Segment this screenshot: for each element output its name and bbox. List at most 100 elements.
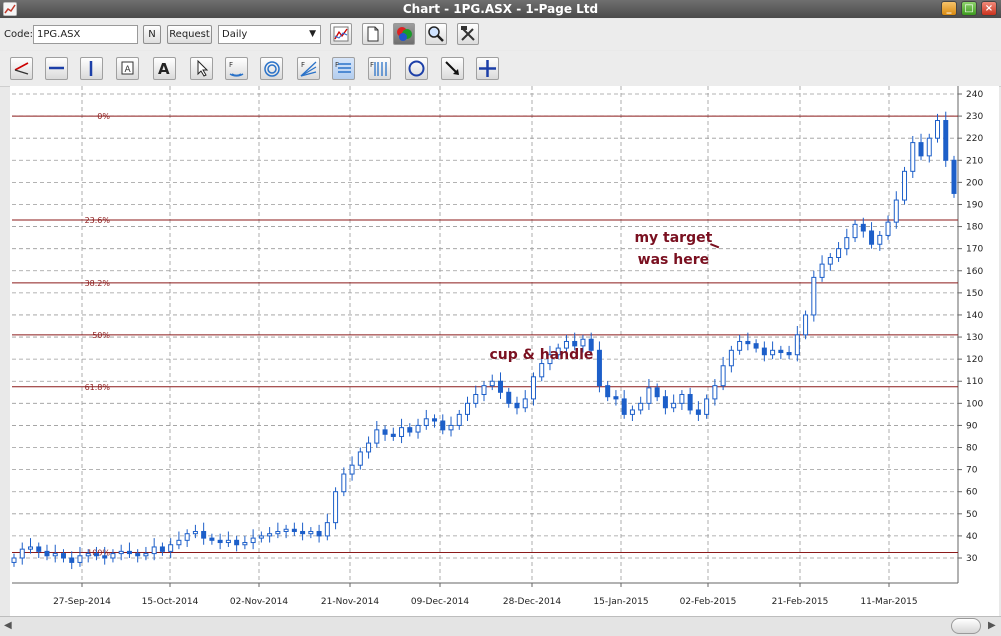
candle-body <box>852 223 858 239</box>
candle-body <box>638 402 644 411</box>
candle-body <box>390 433 396 437</box>
cursor-icon[interactable] <box>190 57 213 80</box>
svg-text:A: A <box>125 65 132 75</box>
maximize-button[interactable]: □ <box>961 1 977 16</box>
y-tick-label: 80 <box>966 444 978 454</box>
fibonacci-arcs-icon[interactable]: F <box>225 57 248 80</box>
candle-body <box>786 352 792 356</box>
fibonacci-retracement-icon[interactable]: F <box>332 57 355 80</box>
fib-label: 0% <box>97 112 110 121</box>
code-input[interactable]: 1PG.ASX <box>33 25 138 44</box>
candle-body <box>93 553 99 557</box>
fib-label: 50% <box>92 331 110 340</box>
fibonacci-levels: 0%23.6%38.2%50%61.8%100% <box>12 112 958 557</box>
arrow-icon[interactable] <box>441 57 464 80</box>
candle-body <box>646 387 652 404</box>
fibonacci-fan-icon[interactable]: F <box>297 57 320 80</box>
candle-body <box>118 550 124 555</box>
drawing-toolbar: A A F F F F <box>0 51 1001 87</box>
candle-body <box>745 340 751 345</box>
tools-icon[interactable] <box>457 23 479 45</box>
y-tick-label: 200 <box>966 178 983 188</box>
request-button[interactable]: Request <box>167 25 212 44</box>
candle-body <box>176 539 182 546</box>
candle-body <box>629 409 635 415</box>
x-tick-label: 11-Mar-2015 <box>860 597 917 607</box>
candle-body <box>159 546 165 552</box>
candle-body <box>580 338 586 347</box>
candle-body <box>440 420 446 431</box>
candle-body <box>572 340 578 347</box>
candle-body <box>366 442 372 453</box>
candle-body <box>382 429 388 435</box>
candle-body <box>819 263 825 278</box>
candle-body <box>753 343 759 349</box>
period-value: Daily <box>222 29 248 40</box>
candle-body <box>695 409 701 415</box>
x-tick-label: 27-Sep-2014 <box>53 597 111 607</box>
candle-body <box>761 347 767 356</box>
candle-body <box>811 276 817 316</box>
scroll-thumb[interactable] <box>951 618 981 634</box>
horizontal-scrollbar[interactable]: ◀ ▶ <box>0 616 1001 636</box>
candle-body <box>803 314 809 336</box>
minimize-button[interactable]: _ <box>941 1 957 16</box>
main-toolbar: Code: 1PG.ASX N Request Daily ▼ <box>0 19 1001 50</box>
trend-line-icon[interactable] <box>10 57 33 80</box>
candle-body <box>918 142 924 157</box>
close-button[interactable]: × <box>981 1 997 16</box>
candle-body <box>448 424 454 431</box>
ellipse-icon[interactable] <box>405 57 428 80</box>
y-tick-label: 60 <box>966 488 978 498</box>
scroll-left-icon[interactable]: ◀ <box>4 620 12 631</box>
text-box-icon[interactable]: A <box>116 57 139 80</box>
new-page-icon[interactable] <box>362 23 384 45</box>
x-tick-label: 21-Nov-2014 <box>321 597 379 607</box>
scroll-right-icon[interactable]: ▶ <box>988 620 996 631</box>
period-select[interactable]: Daily ▼ <box>218 25 321 44</box>
candle-body <box>374 429 380 444</box>
y-tick-label: 230 <box>966 112 983 122</box>
candle-body <box>349 464 355 475</box>
vertical-line-icon[interactable] <box>80 57 103 80</box>
app-icon <box>3 2 17 16</box>
x-tick-label: 21-Feb-2015 <box>772 597 829 607</box>
fibonacci-timezones-icon[interactable]: F <box>368 57 391 80</box>
x-tick-label: 02-Feb-2015 <box>680 597 737 607</box>
candle-body <box>234 539 240 546</box>
y-tick-label: 180 <box>966 223 983 233</box>
candle-body <box>69 557 75 563</box>
chart-area[interactable]: 0% 23.6% 38.2% 50% 61.8% 100% 240 230 220 210 200… <box>10 86 999 616</box>
y-tick-label: 40 <box>966 532 978 542</box>
candle-body <box>44 550 50 557</box>
colors-icon[interactable] <box>393 23 415 45</box>
candle-body <box>324 522 330 537</box>
horizontal-line-icon[interactable] <box>45 57 68 80</box>
candle-body <box>943 120 949 161</box>
candle-body <box>720 365 726 387</box>
candle-body <box>704 398 710 415</box>
crosshair-icon[interactable] <box>476 57 499 80</box>
chart-style-icon[interactable] <box>330 23 352 45</box>
y-tick-label: 100 <box>966 399 983 409</box>
candle-body <box>481 385 487 395</box>
candle-body <box>316 530 322 537</box>
zoom-icon[interactable] <box>425 23 447 45</box>
y-tick-label: 30 <box>966 554 978 564</box>
chevron-down-icon: ▼ <box>309 29 316 39</box>
candle-body <box>19 548 25 559</box>
text-icon[interactable]: A <box>153 57 176 80</box>
y-tick-label: 90 <box>966 421 978 431</box>
candle-body <box>893 199 899 223</box>
window-titlebar: Chart - 1PG.ASX - 1-Page Ltd _ □ × <box>0 0 1001 18</box>
x-axis: 27-Sep-2014 15-Oct-2014 02-Nov-2014 21-Nov-… <box>53 583 918 607</box>
candle-body <box>506 391 512 404</box>
candle-body <box>102 555 108 559</box>
fibonacci-circles-icon[interactable] <box>260 57 283 80</box>
candle-body <box>605 385 611 398</box>
candle-body <box>60 553 66 559</box>
candle-body <box>126 550 132 555</box>
code-label: Code: <box>4 29 33 40</box>
candle-body <box>877 234 883 245</box>
n-button[interactable]: N <box>143 25 161 44</box>
